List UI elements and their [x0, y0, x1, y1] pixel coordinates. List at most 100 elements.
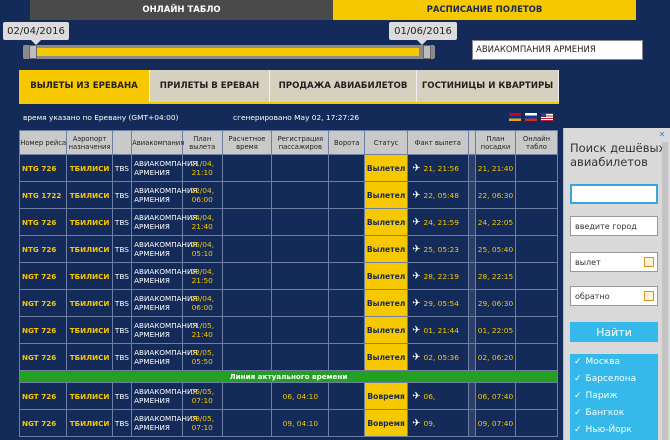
table-row[interactable]: NTG 726 ТБИЛИСИ TBS АВИАКОМПАНИЯ АРМЕНИЯ 25/… [18, 235, 559, 263]
ad-city-list: Москва Барселона Париж Бангкок Нью-Йорк [570, 354, 658, 440]
ad-city-item[interactable]: Москва [570, 354, 658, 371]
airport-code: TBS [111, 208, 133, 236]
actual-departure: ✈ 25, 05:23 [407, 235, 469, 263]
plane-icon: ✈ [412, 189, 421, 201]
checkin-time [271, 208, 330, 236]
status-badge: Вылетел [363, 262, 409, 290]
tab-arrivals[interactable]: ПРИЛЕТЫ В ЕРЕВАН [150, 70, 270, 102]
gate [328, 208, 365, 236]
ad-depart-field[interactable]: вылет [570, 252, 658, 272]
flight-number[interactable]: NTG 726 [18, 154, 68, 182]
info-bar: время указано по Еревану (GMT+04:00) сге… [19, 110, 559, 126]
top-tabs: ОНЛАЙН ТАБЛО РАСПИСАНИЕ ПОЛЕТОВ [30, 0, 636, 20]
estimated-time [221, 382, 273, 410]
ad-city-item[interactable]: Париж [570, 388, 658, 405]
ad-find-button[interactable]: Найти [570, 322, 658, 342]
table-row[interactable]: NGT 726 ТБИЛИСИ TBS АВИАКОМПАНИЯ АРМЕНИЯ 29/… [18, 289, 559, 317]
timezone-note: время указано по Еревану (GMT+04:00) [23, 113, 179, 122]
online-board-cell[interactable] [514, 154, 559, 182]
ad-close-icon[interactable]: ✕ [657, 130, 667, 140]
online-board-cell[interactable] [514, 382, 559, 410]
table-row[interactable]: NGT 726 ТБИЛИСИ TBS АВИАКОМПАНИЯ АРМЕНИЯ 01/… [18, 316, 559, 344]
destination: ТБИЛИСИ [66, 181, 113, 209]
airline: АВИАКОМПАНИЯ АРМЕНИЯ [131, 208, 197, 236]
language-flags [509, 113, 553, 121]
flight-number[interactable]: NGT 726 [18, 262, 68, 290]
table-row[interactable]: NTG 726 ТБИЛИСИ TBS АВИАКОМПАНИЯ АРМЕНИЯ 24/… [18, 208, 559, 236]
flight-number[interactable]: NTG 1722 [18, 181, 68, 209]
separator-cell [467, 343, 477, 371]
col-gap [467, 130, 477, 155]
flight-number[interactable]: NGT 726 [18, 289, 68, 317]
flight-number[interactable]: NGT 726 [18, 316, 68, 344]
actual-departure: ✈ 28, 22:19 [407, 262, 469, 290]
online-board-cell[interactable] [514, 262, 559, 290]
flight-number[interactable]: NGT 726 [18, 409, 68, 437]
flight-number[interactable]: NGT 726 [18, 382, 68, 410]
english-flag-icon[interactable] [541, 113, 553, 121]
online-board-cell[interactable] [514, 208, 559, 236]
status-badge: Вовремя [363, 382, 409, 410]
estimated-time [221, 262, 273, 290]
slider-handle-start[interactable] [29, 45, 37, 59]
status-badge: Вылетел [363, 343, 409, 371]
table-row[interactable]: NTG 726 ТБИЛИСИ TBS АВИАКОМПАНИЯ АРМЕНИЯ 21/… [18, 154, 559, 182]
ad-scrollbar[interactable] [662, 142, 668, 440]
table-row[interactable]: NGT 726 ТБИЛИСИ TBS АВИАКОМПАНИЯ АРМЕНИЯ 06/… [18, 382, 559, 410]
gate [328, 343, 365, 371]
checkin-time [271, 262, 330, 290]
table-row[interactable]: NTG 1722 ТБИЛИСИ TBS АВИАКОМПАНИЯ АРМЕНИЯ 22… [18, 181, 559, 209]
russian-flag-icon[interactable] [525, 113, 537, 121]
online-board-cell[interactable] [514, 289, 559, 317]
actual-departure: ✈ 22, 05:48 [407, 181, 469, 209]
tab-flight-schedule[interactable]: РАСПИСАНИЕ ПОЛЕТОВ [333, 0, 636, 20]
planned-arrival: 24, 22:05 [475, 208, 516, 236]
separator-cell [467, 382, 477, 410]
table-row[interactable]: NGT 726 ТБИЛИСИ TBS АВИАКОМПАНИЯ АРМЕНИЯ 28/… [18, 262, 559, 290]
airline-filter-input[interactable]: АВИАКОМПАНИЯ АРМЕНИЯ [472, 40, 643, 60]
ad-return-field[interactable]: обратно [570, 286, 658, 306]
ad-city-item[interactable]: Нью-Йорк [570, 422, 658, 439]
airline: АВИАКОМПАНИЯ АРМЕНИЯ [131, 235, 197, 263]
col-code [111, 130, 133, 155]
tab-departures[interactable]: ВЫЛЕТЫ ИЗ ЕРЕВАНА [19, 70, 150, 102]
airport-code: TBS [111, 343, 133, 371]
separator-cell [467, 289, 477, 317]
calendar-icon[interactable] [644, 257, 654, 267]
online-board-cell[interactable] [514, 409, 559, 437]
online-board-cell[interactable] [514, 235, 559, 263]
ad-city-item[interactable]: Барселона [570, 371, 658, 388]
flight-number[interactable]: NGT 726 [18, 343, 68, 371]
table-row[interactable]: NGT 726 ТБИЛИСИ TBS АВИАКОМПАНИЯ АРМЕНИЯ 02/… [18, 343, 559, 371]
ad-from-field[interactable] [570, 184, 658, 204]
tab-ticket-sales[interactable]: ПРОДАЖА АВИАБИЛЕТОВ [270, 70, 417, 102]
online-board-cell[interactable] [514, 181, 559, 209]
separator-cell [467, 181, 477, 209]
armenian-flag-icon[interactable] [509, 113, 521, 121]
airline: АВИАКОМПАНИЯ АРМЕНИЯ [131, 409, 197, 437]
estimated-time [221, 181, 273, 209]
tab-hotels[interactable]: ГОСТИНИЦЫ И КВАРТИРЫ [417, 70, 559, 102]
flight-number[interactable]: NTG 726 [18, 208, 68, 236]
flight-number[interactable]: NTG 726 [18, 235, 68, 263]
destination: ТБИЛИСИ [66, 289, 113, 317]
online-board-cell[interactable] [514, 316, 559, 344]
checkin-time [271, 343, 330, 371]
online-board-cell[interactable] [514, 343, 559, 371]
gate [328, 289, 365, 317]
ad-to-field[interactable]: введите город [570, 216, 658, 236]
calendar-icon[interactable] [644, 291, 654, 301]
actual-departure: ✈ 01, 21:44 [407, 316, 469, 344]
ad-city-item[interactable]: Бангкок [570, 405, 658, 422]
destination: ТБИЛИСИ [66, 343, 113, 371]
actual-departure-time: 09, [423, 418, 436, 428]
planned-arrival: 29, 06:30 [475, 289, 516, 317]
destination: ТБИЛИСИ [66, 382, 113, 410]
tab-online-board[interactable]: ОНЛАЙН ТАБЛО [30, 0, 333, 20]
slider-handle-end[interactable] [423, 45, 431, 59]
estimated-time [221, 316, 273, 344]
actual-departure-time: 02, 05:36 [423, 352, 459, 362]
table-row[interactable]: NGT 726 ТБИЛИСИ TBS АВИАКОМПАНИЯ АРМЕНИЯ 09/… [18, 409, 559, 437]
date-range-slider[interactable] [23, 45, 435, 59]
planned-arrival: 02, 06:20 [475, 343, 516, 371]
